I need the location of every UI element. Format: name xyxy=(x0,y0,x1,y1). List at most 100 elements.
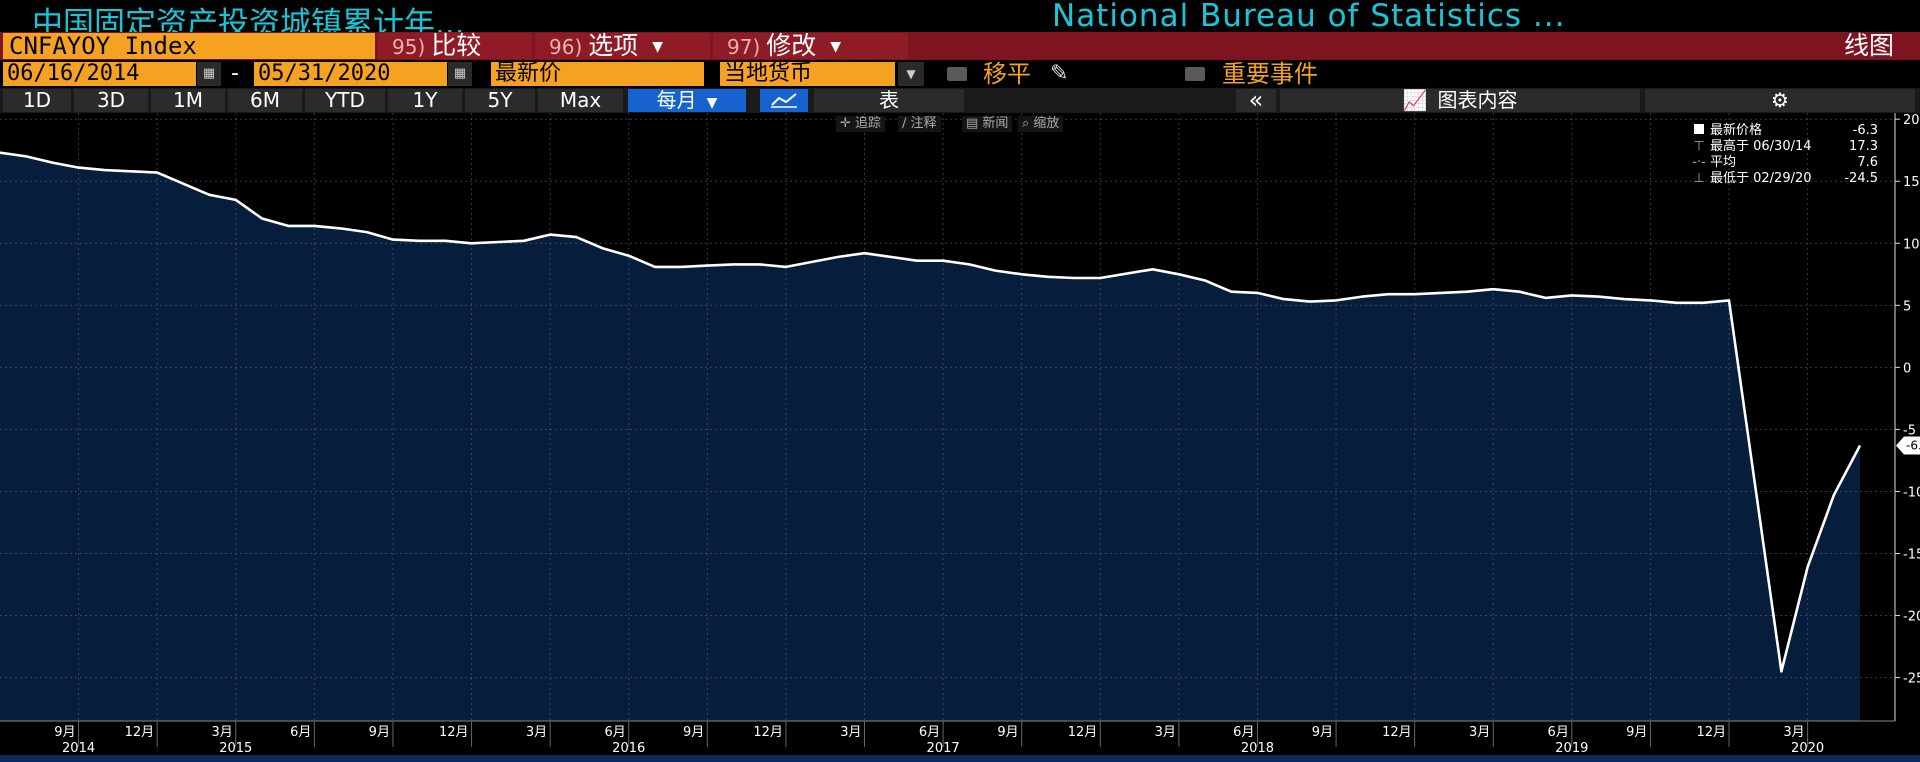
events-label: 重要事件 xyxy=(1222,60,1318,88)
range-button-ytd[interactable]: YTD xyxy=(305,89,385,112)
options-button-label: 选项 xyxy=(588,31,639,60)
news-tool-label: 新闻 xyxy=(982,116,1009,131)
y-tick-label: -5 xyxy=(1903,423,1916,438)
range-button-6m[interactable]: 6M xyxy=(228,89,302,112)
chart-legend: 最新价格 -6.3 ⊤ 最高于 06/30/14 17.3 -·- 平均 7.6 ⊥ 最低于… xyxy=(1692,123,1878,187)
zoom-tool-label: 缩放 xyxy=(1033,116,1060,131)
chevron-down-icon[interactable]: ▼ xyxy=(898,62,924,86)
x-year-label: 2016 xyxy=(612,741,645,755)
x-tick-label: 6月 xyxy=(919,725,940,740)
moving-average-label: 移平 xyxy=(983,60,1031,88)
end-date-field[interactable]: 05/31/2020 xyxy=(254,62,447,86)
compare-button-label: 比较 xyxy=(431,31,482,60)
line-chart-icon xyxy=(771,93,797,108)
legend-row-average: -·- 平均 7.6 xyxy=(1692,155,1878,171)
x-tick-label: 12月 xyxy=(439,725,469,740)
last-value-label: -6.3 xyxy=(1906,439,1920,453)
chart-content-icon: 📈 xyxy=(1402,88,1428,112)
legend-label: 最高于 06/30/14 xyxy=(1710,139,1812,154)
title-bar: 中国固定资产投资城镇累计年... National Bureau of Stat… xyxy=(0,0,1920,42)
y-tick-label: -15 xyxy=(1903,547,1920,562)
track-tool[interactable]: ✛ 追踪 xyxy=(836,116,886,132)
x-tick-label: 3月 xyxy=(211,725,232,740)
collapse-icon[interactable]: « xyxy=(1236,88,1276,112)
range-toolbar: 1D 3D 1M 6M YTD 1Y 5Y Max 每月 ▼ 表 « 📈 图表内容 … xyxy=(0,88,1920,113)
line-chart[interactable]: 20151050-5-10-15-20-25-6.39月201412月3月201… xyxy=(0,113,1920,755)
chevron-down-icon: ▼ xyxy=(706,95,718,111)
average-marker-icon: -·- xyxy=(1692,155,1706,170)
x-year-label: 2014 xyxy=(62,741,95,755)
moving-average-checkbox[interactable] xyxy=(947,67,967,81)
legend-label: 最新价格 xyxy=(1710,123,1763,138)
y-tick-label: -25 xyxy=(1903,672,1920,687)
legend-label: 最低于 02/29/20 xyxy=(1710,171,1812,186)
edit-button-label: 修改 xyxy=(766,31,817,60)
range-button-3d[interactable]: 3D xyxy=(74,89,148,112)
x-year-label: 2015 xyxy=(219,741,252,755)
y-tick-label: 15 xyxy=(1903,175,1920,190)
x-tick-label: 12月 xyxy=(1068,725,1098,740)
track-tool-label: 追踪 xyxy=(855,116,882,131)
zoom-tool[interactable]: ⌕ 缩放 xyxy=(1018,116,1064,132)
range-button-1d[interactable]: 1D xyxy=(3,89,71,112)
range-button-1m[interactable]: 1M xyxy=(151,89,225,112)
chevron-down-icon: ▼ xyxy=(830,39,842,55)
range-button-1y[interactable]: 1Y xyxy=(388,89,462,112)
x-tick-label: 12月 xyxy=(753,725,783,740)
pencil-icon[interactable]: ✎ xyxy=(1050,61,1068,86)
legend-row-high: ⊤ 最高于 06/30/14 17.3 xyxy=(1692,139,1878,155)
chart-content-button[interactable]: 📈 图表内容 xyxy=(1280,89,1640,112)
x-tick-label: 9月 xyxy=(54,725,75,740)
currency-select[interactable]: 当地货币 xyxy=(720,62,895,86)
y-tick-label: 0 xyxy=(1903,361,1911,376)
legend-value: 17.3 xyxy=(1849,139,1878,154)
edit-button-number: 97) xyxy=(727,35,761,59)
legend-row-low: ⊥ 最低于 02/29/20 -24.5 xyxy=(1692,171,1878,187)
line-chart-style-button[interactable] xyxy=(760,89,808,112)
edit-button[interactable]: 97) 修改 ▼ xyxy=(713,33,908,59)
start-date-field[interactable]: 06/16/2014 xyxy=(3,62,196,86)
news-tool[interactable]: ▤ 新闻 xyxy=(962,116,1013,132)
ticker-field[interactable]: CNFAYOY Index xyxy=(3,33,375,59)
x-tick-label: 6月 xyxy=(1548,725,1569,740)
y-tick-label: -20 xyxy=(1903,610,1920,625)
x-tick-label: 12月 xyxy=(125,725,155,740)
calendar-icon[interactable]: ▦ xyxy=(448,62,472,86)
x-tick-label: 9月 xyxy=(1626,725,1647,740)
magnifier-icon: ⌕ xyxy=(1022,116,1034,131)
annotate-tool-label: 注释 xyxy=(910,116,937,131)
calendar-icon[interactable]: ▦ xyxy=(197,62,221,86)
x-year-label: 2018 xyxy=(1241,741,1274,755)
range-button-max[interactable]: Max xyxy=(538,89,623,112)
command-bar: CNFAYOY Index 95) 比较 96) 选项 ▼ 97) 修改 ▼ 线图 xyxy=(0,32,1920,60)
events-checkbox[interactable] xyxy=(1185,67,1205,81)
options-button[interactable]: 96) 选项 ▼ xyxy=(535,33,710,59)
legend-label: 平均 xyxy=(1710,155,1737,170)
legend-value: 7.6 xyxy=(1857,155,1878,170)
annotate-tool[interactable]: ∕ 注释 xyxy=(898,116,941,132)
x-tick-label: 9月 xyxy=(369,725,390,740)
y-tick-label: 20 xyxy=(1903,113,1920,128)
legend-value: -6.3 xyxy=(1852,123,1878,138)
price-field-select[interactable]: 最新价 xyxy=(491,62,704,86)
view-type-label: 线图 xyxy=(1843,31,1894,60)
data-source-title: National Bureau of Statistics ... xyxy=(1052,0,1566,34)
high-marker-icon: ⊤ xyxy=(1693,139,1705,154)
white-square-icon xyxy=(1692,123,1706,139)
range-button-5y[interactable]: 5Y xyxy=(465,89,535,112)
news-icon: ▤ xyxy=(966,116,983,131)
pen-icon: ∕ xyxy=(902,116,911,131)
x-tick-label: 3月 xyxy=(1783,725,1804,740)
x-tick-label: 9月 xyxy=(997,725,1018,740)
x-year-label: 2020 xyxy=(1791,741,1824,755)
frequency-select[interactable]: 每月 ▼ xyxy=(628,89,746,112)
legend-value: -24.5 xyxy=(1844,171,1878,186)
settings-bar: 06/16/2014 ▦ - 05/31/2020 ▦ 最新价 当地货币 ▼ 移… xyxy=(0,60,1920,88)
crosshair-icon: ✛ xyxy=(840,116,856,131)
x-tick-label: 6月 xyxy=(1233,725,1254,740)
bottom-strip xyxy=(0,755,1920,762)
frequency-label: 每月 xyxy=(656,88,697,112)
compare-button[interactable]: 95) 比较 xyxy=(378,33,532,59)
table-button[interactable]: 表 xyxy=(814,89,964,112)
gear-icon[interactable]: ⚙ xyxy=(1645,89,1915,112)
